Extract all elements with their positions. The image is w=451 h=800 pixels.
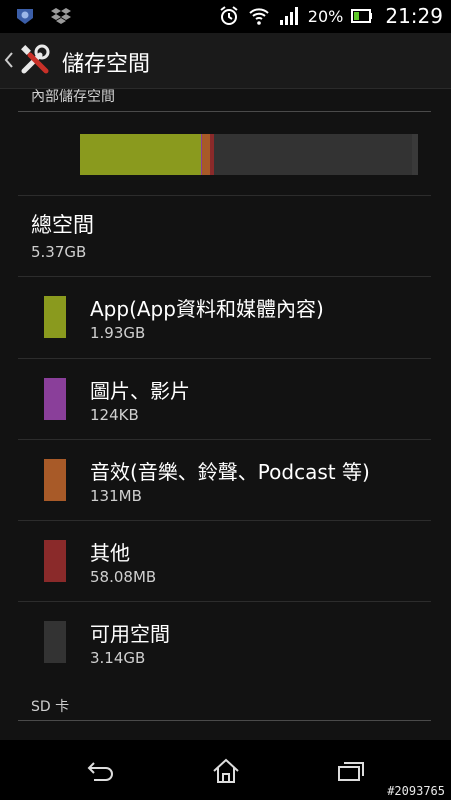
item-value: 124KB: [90, 406, 139, 424]
settings-tools-icon[interactable]: [18, 43, 52, 81]
shield-app-icon: [14, 5, 36, 27]
storage-content: 內部儲存空間 總空間 5.37GB App(App資料和媒體內容) 1.93GB…: [0, 89, 451, 740]
item-label: 音效(音樂、鈴聲、Podcast 等): [90, 460, 370, 484]
total-space-label: 總空間: [31, 213, 94, 237]
storage-item-available[interactable]: 可用空間 3.14GB: [0, 602, 451, 683]
sd-card-header: SD 卡: [31, 699, 70, 715]
battery-percentage: 20%: [307, 6, 344, 26]
storage-usage-bar: [80, 134, 418, 175]
back-icon[interactable]: [81, 756, 121, 786]
back-chevron-icon[interactable]: [4, 51, 14, 73]
item-value: 1.93GB: [90, 324, 146, 342]
color-swatch: [44, 296, 66, 338]
home-icon[interactable]: [206, 756, 246, 786]
battery-icon: [351, 5, 373, 27]
item-label: 可用空間: [90, 622, 170, 646]
item-label: App(App資料和媒體內容): [90, 297, 324, 321]
watermark-text: #2093765: [387, 784, 445, 798]
alarm-clock-icon: [218, 5, 240, 27]
total-space-value: 5.37GB: [31, 243, 87, 261]
wifi-icon: [248, 5, 270, 27]
item-label: 其他: [90, 541, 130, 565]
usage-segment-free: [214, 134, 412, 175]
storage-item-audio[interactable]: 音效(音樂、鈴聲、Podcast 等) 131MB: [0, 440, 451, 521]
color-swatch: [44, 540, 66, 582]
recent-apps-icon[interactable]: [331, 756, 371, 786]
navigation-bar: #2093765: [0, 740, 451, 800]
section-divider: [18, 111, 431, 112]
item-value: 58.08MB: [90, 568, 157, 586]
divider: [18, 195, 431, 196]
storage-item-pictures[interactable]: 圖片、影片 124KB: [0, 359, 451, 440]
action-bar: 儲存空間: [0, 33, 451, 89]
usage-segment-app: [80, 134, 202, 175]
storage-item-app[interactable]: App(App資料和媒體內容) 1.93GB: [0, 277, 451, 358]
item-label: 圖片、影片: [90, 379, 190, 403]
color-swatch: [44, 378, 66, 420]
clock: 21:29: [385, 4, 443, 28]
page-title: 儲存空間: [62, 52, 151, 77]
color-swatch: [44, 621, 66, 663]
storage-item-other[interactable]: 其他 58.08MB: [0, 521, 451, 602]
status-bar: 20% 21:29: [0, 0, 451, 33]
usage-segment-audio: [202, 134, 211, 175]
item-value: 3.14GB: [90, 649, 146, 667]
internal-storage-header: 內部儲存空間: [31, 89, 115, 105]
section-divider: [18, 720, 431, 721]
color-swatch: [44, 459, 66, 501]
signal-icon: [278, 5, 300, 27]
item-value: 131MB: [90, 487, 142, 505]
dropbox-icon: [50, 5, 72, 27]
